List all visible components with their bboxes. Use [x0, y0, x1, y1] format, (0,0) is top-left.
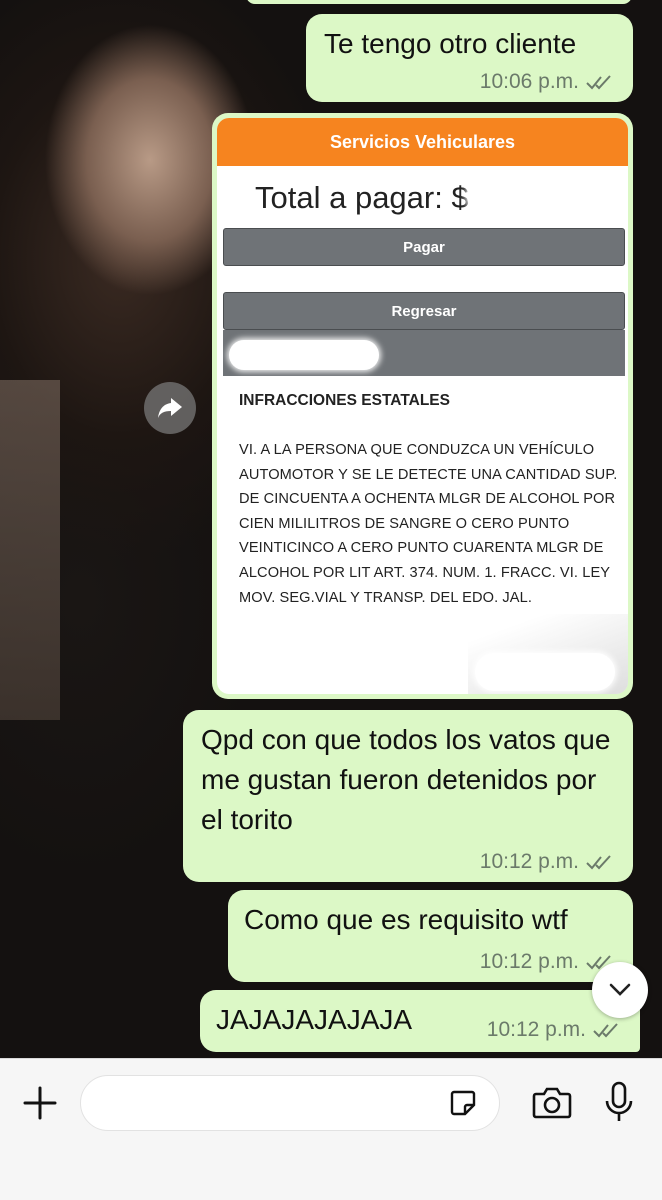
message-text: Como que es requisito wtf: [244, 904, 568, 935]
message-meta: 10:06 p.m.: [480, 70, 615, 94]
screenshot-header: Servicios Vehiculares: [217, 118, 628, 166]
double-check-icon: [593, 1023, 618, 1038]
forward-button[interactable]: [144, 382, 196, 434]
double-check-icon: [586, 855, 611, 870]
message-time: 10:12 p.m.: [486, 1018, 586, 1041]
image-message[interactable]: Servicios Vehiculares Total a pagar: $ P…: [212, 113, 633, 699]
message-time: 10:12 p.m.: [479, 950, 579, 973]
pay-button: Pagar: [223, 228, 625, 266]
infraction-text: VI. A LA PERSONA QUE CONDUZCA UN VEHÍCUL…: [239, 442, 618, 606]
previous-message-edge: [246, 0, 632, 4]
plus-icon[interactable]: [22, 1085, 58, 1121]
redaction-mark: [229, 340, 379, 370]
microphone-icon[interactable]: [604, 1081, 634, 1123]
message-bubble[interactable]: JAJAJAJAJAJA 10:12 p.m.: [200, 990, 640, 1052]
message-text: Qpd con que todos los vatos que me gusta…: [201, 724, 611, 835]
section-title: INFRACCIONES ESTATALES: [239, 392, 450, 409]
screenshot-image[interactable]: Servicios Vehiculares Total a pagar: $ P…: [217, 118, 628, 694]
redaction-mark: [467, 176, 615, 216]
message-bubble[interactable]: Como que es requisito wtf 10:12 p.m.: [228, 890, 633, 982]
message-input[interactable]: [80, 1075, 500, 1131]
message-text: Te tengo otro cliente: [324, 28, 577, 59]
message-meta: 10:12 p.m.: [480, 950, 615, 974]
message-input-bar: [0, 1058, 662, 1200]
message-meta: 10:12 p.m.: [480, 850, 615, 874]
message-bubble[interactable]: Qpd con que todos los vatos que me gusta…: [183, 710, 633, 882]
double-check-icon: [586, 75, 611, 90]
total-label: Total a pagar: $: [255, 180, 469, 215]
message-meta: 10:12 p.m.: [487, 1018, 622, 1042]
message-time: 10:06 p.m.: [479, 70, 579, 93]
message-bubble[interactable]: Te tengo otro cliente 10:06 p.m.: [306, 14, 633, 102]
redaction-mark: [475, 653, 615, 691]
back-button: Regresar: [223, 292, 625, 330]
scroll-to-bottom-button[interactable]: [592, 962, 648, 1018]
chevron-down-icon: [609, 983, 631, 996]
message-time: 10:12 p.m.: [479, 850, 579, 873]
forward-icon: [158, 398, 182, 418]
camera-icon[interactable]: [532, 1084, 572, 1120]
sticker-icon[interactable]: [449, 1089, 477, 1117]
